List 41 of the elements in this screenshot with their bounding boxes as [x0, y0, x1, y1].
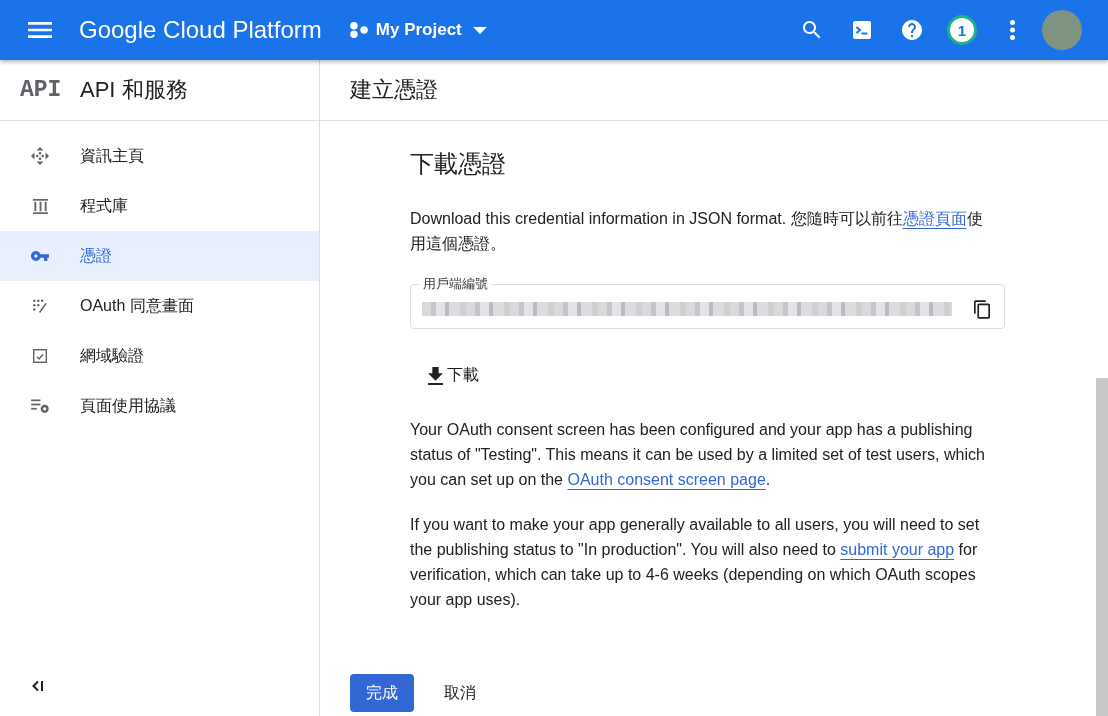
download-icon — [428, 366, 443, 385]
sidebar-item[interactable]: 憑證 — [0, 231, 319, 281]
check-square-icon — [33, 349, 47, 363]
section-title: 下載憑證 — [410, 149, 507, 179]
dots-diamond-icon — [31, 147, 49, 165]
product-name[interactable]: Google Cloud Platform — [79, 16, 322, 44]
more-icon[interactable] — [1009, 20, 1015, 40]
sidebar-item[interactable]: 資訊主頁 — [0, 131, 319, 181]
menu-icon[interactable] — [28, 22, 52, 38]
api-logo: API — [20, 77, 62, 103]
notification-badge[interactable]: 1 — [947, 15, 977, 45]
collapse-icon[interactable] — [32, 680, 44, 692]
consent-notice-text: Your OAuth consent screen has been configured and your app has a publishing status of "Testing". This means it can be used by a limited set of test users, which you can set up on the OAuth consent screen page. — [410, 420, 986, 490]
copy-icon[interactable] — [974, 299, 990, 319]
sidebar-item[interactable]: 頁面使用協議 — [0, 381, 319, 431]
download-button[interactable]: 下載 — [420, 357, 487, 394]
sidebar-item[interactable]: OAuth 同意畫面 — [0, 281, 319, 331]
key-icon — [31, 251, 49, 261]
terminal-icon[interactable] — [853, 21, 871, 39]
project-selector[interactable]: My Project — [349, 20, 487, 40]
scrollbar-thumb[interactable] — [1096, 378, 1108, 716]
sidebar-title: API 和服務 — [80, 76, 188, 104]
caret-icon — [472, 26, 487, 34]
list-gear-icon — [31, 399, 49, 413]
pillars-icon — [32, 198, 48, 214]
done-button[interactable]: 完成 — [350, 674, 414, 712]
project-icon — [349, 22, 368, 38]
field-label: 用戶端編號 — [422, 276, 489, 292]
submit-app-link[interactable]: submit your app — [840, 541, 955, 558]
search-icon[interactable] — [803, 21, 821, 39]
page-title: 建立憑證 — [350, 76, 438, 104]
sidebar-item[interactable]: 程式庫 — [0, 181, 319, 231]
production-notice-text: If you want to make your app generally available to all users, you will need to set the publishing status to "In production". You will also need to submit your app for verification, which can take up to 4-6 weeks (depending on which OAuth scopes your app uses). — [410, 515, 981, 610]
client-id-field[interactable]: 用戶端編號 — [410, 276, 1005, 329]
help-icon[interactable] — [902, 20, 922, 40]
cancel-button[interactable]: 取消 — [428, 674, 492, 712]
dots-slash-icon — [33, 299, 47, 313]
consent-screen-link[interactable]: OAuth consent screen page — [567, 471, 766, 488]
credentials-page-link[interactable]: 憑證頁面 — [902, 210, 967, 227]
intro-text: Download this credential information in JSON format. 您隨時可以前往憑證頁面使用這個憑證。 — [410, 209, 984, 254]
sidebar-item[interactable]: 網域驗證 — [0, 331, 319, 381]
